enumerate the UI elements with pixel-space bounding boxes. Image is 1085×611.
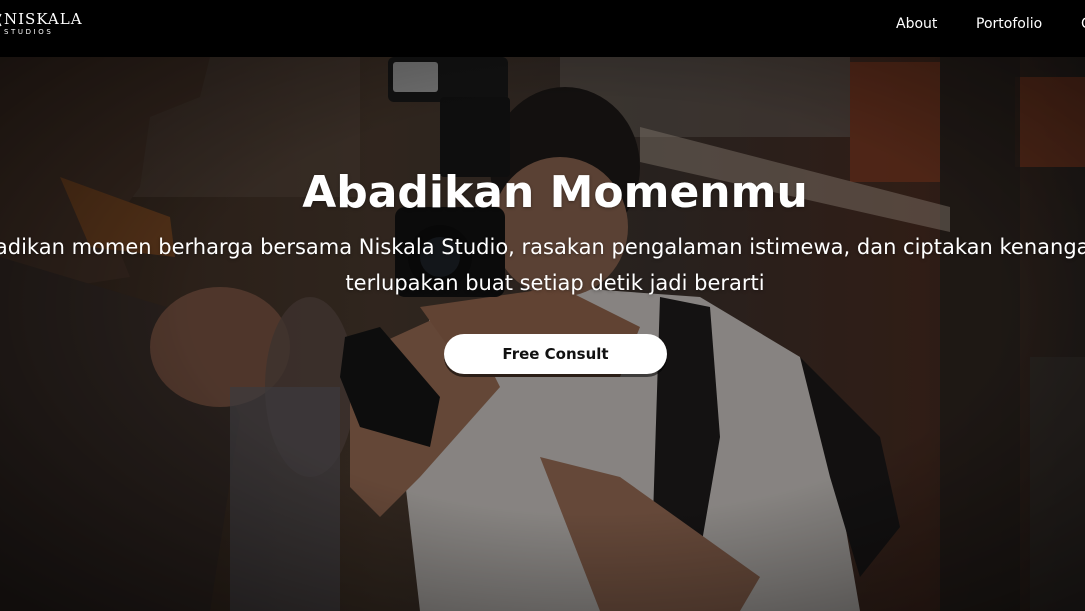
brand-tagline: STUDIOS — [4, 28, 54, 36]
brand-name: NISKALA — [4, 10, 83, 28]
hero-title: Abadikan Momenmu — [302, 167, 808, 218]
nav-link-contact[interactable]: C — [1081, 16, 1085, 32]
hero-description-line-2: terlupakan buat setiap detik jadi berart… — [345, 271, 765, 295]
hero-description-line-1: Abadikan momen berharga bersama Niskala … — [0, 235, 1085, 259]
logo-mark-icon — [0, 13, 2, 27]
nav-link-portfolio[interactable]: Portofolio — [976, 16, 1042, 32]
free-consult-button[interactable]: Free Consult — [444, 334, 667, 374]
landing-page: NISKALA STUDIOS About Portofolio C — [0, 0, 1085, 611]
navbar: NISKALA STUDIOS About Portofolio C — [0, 0, 1085, 57]
hero-section: Abadikan Momenmu Abadikan momen berharga… — [0, 57, 1085, 611]
hero-description: Abadikan momen berharga bersama Niskala … — [0, 229, 1085, 301]
nav-link-about[interactable]: About — [896, 16, 937, 32]
